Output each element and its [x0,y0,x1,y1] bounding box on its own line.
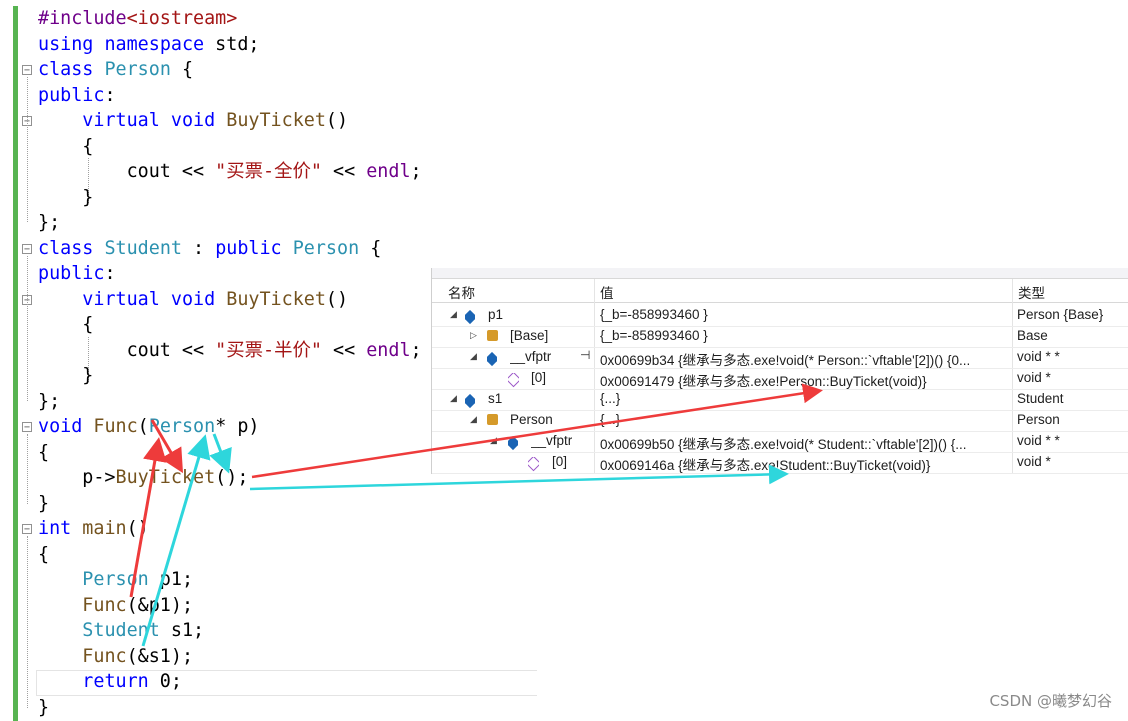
watermark: CSDN @曦梦幻谷 [989,692,1112,710]
annotation-arrows [129,383,823,647]
cyan-arrow-path [141,433,789,647]
red-arrow-path [129,383,823,598]
